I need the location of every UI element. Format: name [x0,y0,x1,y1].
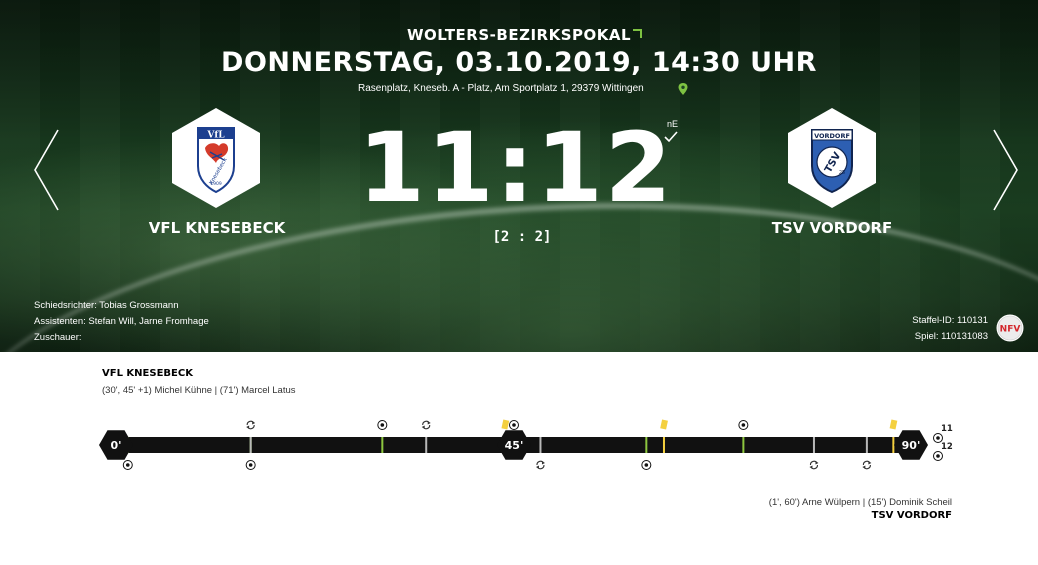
event-goal-home-10-ball-icon[interactable] [738,420,749,430]
svg-text:1909: 1909 [210,181,222,187]
timeline-halftime-marker-label: 45' [505,439,524,452]
timeline-tick [249,437,252,453]
previous-match-arrow-icon[interactable] [32,128,62,212]
penalty-count-away: 12 [941,442,953,452]
event-yellow-card-home-5-yellow-card-icon [501,419,510,430]
assistants-text: Assistenten: Stefan Will, Jarne Fromhage [34,316,209,327]
timeline-tick [865,437,868,453]
match-datetime: DONNERSTAG, 03.10.2019, 14:30 UHR [221,47,817,78]
timeline-tick [645,437,648,453]
location-pin-icon[interactable] [678,83,688,95]
event-yellow-card-home-13-yellow-card-icon [889,419,898,430]
event-goal-home-6-ball-icon[interactable] [509,420,519,430]
halftime-score: [2 : 2] [492,229,552,245]
officials-block: Schiedsrichter: Tobias Grossmann Assiste… [34,298,209,346]
timeline-tick [812,437,815,453]
home-goalscorers: (30', 45' +1) Michel Kühne | (71') Marce… [102,385,296,396]
event-substitution-home-4-substitution-icon[interactable] [421,420,431,430]
referee-text: Schiedsrichter: Tobias Grossmann [34,300,179,311]
away-goalscorers: (1', 60') Arne Wülpern | (15') Dominik S… [768,497,952,508]
timeline-end-marker-label: 90' [902,439,921,452]
spiel-id: Spiel: 110131083 [914,331,988,342]
penalty-away-ball-icon[interactable] [933,451,943,461]
away-team-logo[interactable]: VORDORF TSV 25 [788,108,876,208]
result-type-label: nE [667,119,679,129]
event-substitution-home-2-substitution-icon[interactable] [246,420,256,430]
event-substitution-away-11-substitution-icon[interactable] [809,460,819,470]
match-header: WOLTERS-BEZIRKSPOKAL DONNERSTAG, 03.10.2… [0,0,1038,352]
match-ids: Staffel-ID: 110131 Spiel: 110131083 [912,313,988,345]
svg-text:NFV: NFV [1000,325,1021,335]
match-timeline: 0' 45' 90' [99,419,943,470]
timeline-tick [662,437,665,453]
timeline-start-marker-label: 0' [110,439,121,452]
timeline-tick [381,437,384,453]
away-team-name[interactable]: TSV VORDORF [732,219,932,237]
event-goal-home-3-ball-icon[interactable] [377,420,388,430]
final-score: 11:12 [358,112,674,224]
timeline-tick [425,437,428,453]
event-yellow-card-home-9-yellow-card-icon [660,419,668,430]
checkmark-icon [664,131,678,143]
spectators-text: Zuschauer: [34,332,82,343]
event-substitution-away-7-substitution-icon[interactable] [535,460,545,470]
next-match-arrow-icon[interactable] [990,128,1020,212]
home-team-name[interactable]: VFL KNESEBECK [117,219,317,237]
match-venue: Rasenplatz, Kneseb. A - Platz, Am Sportp… [358,83,644,94]
svg-text:25: 25 [839,170,845,176]
event-goal-away-0-ball-icon[interactable] [122,460,133,470]
competition-title[interactable]: WOLTERS-BEZIRKSPOKAL [0,26,1038,44]
corner-accent-icon [633,29,642,38]
home-team-logo[interactable]: VfL Knesebeck 1909 [172,108,260,208]
timeline-tick [742,437,745,453]
event-goal-away-8-ball-icon[interactable] [641,460,652,470]
penalty-count-home: 11 [941,424,953,434]
timeline-home-team: VFL KNESEBECK [102,368,193,379]
svg-text:VfL: VfL [206,131,225,141]
staffel-id: Staffel-ID: 110131 [912,315,988,326]
timeline-tick [539,437,542,453]
timeline-away-team: TSV VORDORF [871,510,952,521]
event-goal-away-1-ball-icon[interactable] [245,460,256,470]
nfv-logo: NFV [996,314,1024,342]
event-substitution-away-12-substitution-icon[interactable] [862,460,872,470]
svg-text:VORDORF: VORDORF [814,132,850,140]
